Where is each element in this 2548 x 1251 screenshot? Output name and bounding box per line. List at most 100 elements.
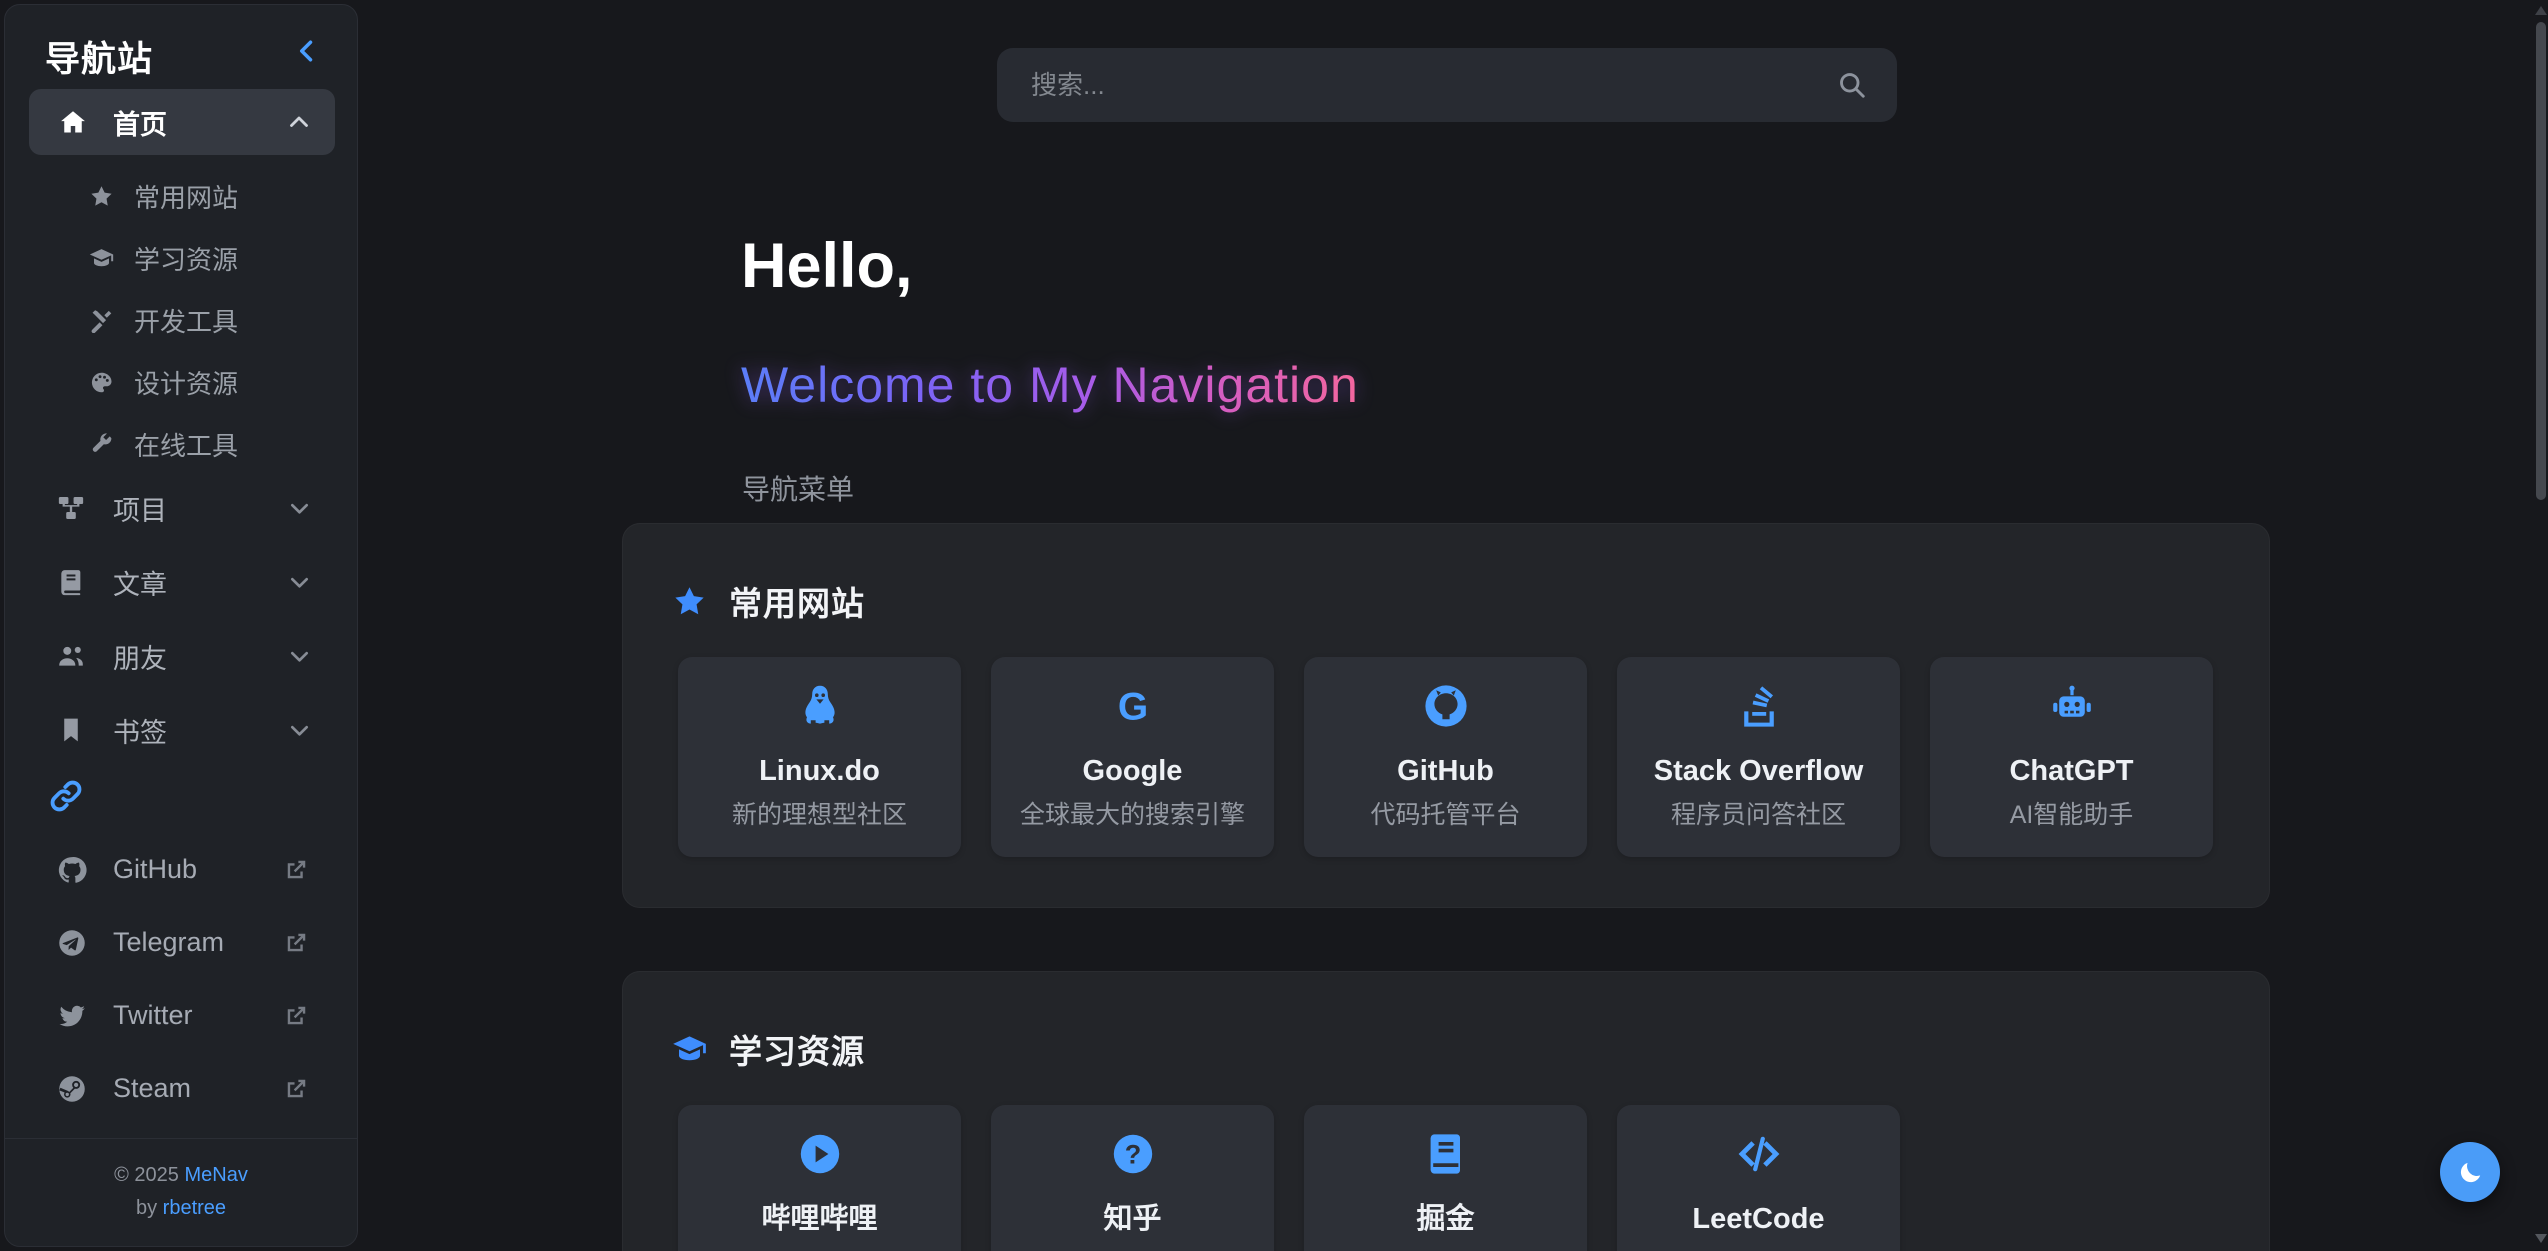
sidebar-item-label: 项目 bbox=[113, 489, 167, 528]
site-card-name: 掘金 bbox=[1416, 1204, 1474, 1234]
sidebar-item-label: 设计资源 bbox=[134, 364, 238, 401]
footer-copyright-line: © 2025 MeNav bbox=[5, 1159, 357, 1192]
site-card-bilibili[interactable]: 哔哩哔哩 bbox=[678, 1105, 961, 1251]
sidebar-item-favorites[interactable]: 常用网站 bbox=[5, 165, 357, 227]
code-icon bbox=[1735, 1130, 1783, 1178]
site-card-desc: 程序员问答社区 bbox=[1671, 802, 1846, 828]
theme-toggle-button[interactable] bbox=[2440, 1142, 2500, 1202]
sidebar-sub-list: 常用网站学习资源开发工具设计资源在线工具 bbox=[5, 165, 357, 475]
star-icon bbox=[672, 584, 707, 619]
graduation-cap-icon bbox=[672, 1032, 707, 1067]
site-card-github[interactable]: GitHub代码托管平台 bbox=[1304, 657, 1587, 857]
sidebar-item-label: 在线工具 bbox=[134, 426, 238, 463]
twitter-icon bbox=[57, 1001, 87, 1031]
palette-icon bbox=[89, 370, 114, 395]
site-title: 导航站 bbox=[45, 31, 153, 82]
sidebar-item-label: 朋友 bbox=[113, 637, 167, 676]
by-text: by bbox=[136, 1197, 157, 1219]
copyright-text: © 2025 bbox=[114, 1164, 179, 1186]
book-icon bbox=[57, 568, 85, 596]
hero-greeting: Hello, bbox=[741, 230, 913, 302]
sidebar-item-dev-tools[interactable]: 开发工具 bbox=[5, 289, 357, 351]
external-link-icon bbox=[284, 857, 309, 882]
chevron-down-icon bbox=[288, 719, 311, 742]
search-input[interactable] bbox=[1031, 70, 1837, 101]
project-diagram-icon bbox=[57, 494, 85, 522]
site-card-name: 哔哩哔哩 bbox=[761, 1204, 877, 1234]
question-circle-icon: ? bbox=[1109, 1130, 1157, 1178]
search-bar bbox=[997, 48, 1897, 122]
sidebar-item-label: 文章 bbox=[113, 563, 167, 602]
star-icon bbox=[89, 184, 114, 209]
site-card-stack-overflow[interactable]: Stack Overflow程序员问答社区 bbox=[1617, 657, 1900, 857]
sidebar-link-label: Twitter bbox=[113, 1000, 193, 1031]
sidebar-footer: © 2025 MeNav by rbetree bbox=[5, 1138, 357, 1225]
sidebar-item-design[interactable]: 设计资源 bbox=[5, 351, 357, 413]
sidebar-collapse-button[interactable] bbox=[293, 37, 321, 65]
chevron-up-icon bbox=[287, 110, 311, 134]
site-card-desc: 全球最大的搜索引擎 bbox=[1020, 802, 1245, 828]
site-card-row: 哔哩哔哩? 知乎 掘金 LeetCode bbox=[678, 1105, 1900, 1251]
external-link-icon bbox=[284, 930, 309, 955]
sidebar-item-label: 书签 bbox=[113, 711, 167, 750]
section-learning: 学习资源 哔哩哔哩? 知乎 掘金 LeetCode bbox=[622, 971, 2270, 1251]
site-card-name: 知乎 bbox=[1103, 1204, 1161, 1234]
sidebar-item-home[interactable]: 首页 bbox=[29, 89, 335, 155]
sidebar-item-label: 首页 bbox=[113, 103, 167, 142]
scrollbar-down-arrow[interactable] bbox=[2535, 1234, 2547, 1243]
section-favorites: 常用网站 Linux.do新的理想型社区GGoogle全球最大的搜索引擎GitH… bbox=[622, 523, 2270, 908]
page: 导航站 首页 常用网站学习资源开发工具设计资源在线工具 项目文章朋友书签 Git… bbox=[0, 0, 2548, 1251]
sidebar-link-steam[interactable]: Steam bbox=[5, 1052, 357, 1125]
steam-icon bbox=[57, 1074, 87, 1104]
sidebar-item-label: 学习资源 bbox=[134, 240, 238, 277]
site-card-name: Google bbox=[1083, 756, 1183, 786]
stack-overflow-icon bbox=[1735, 682, 1783, 730]
site-card-name: GitHub bbox=[1397, 756, 1494, 786]
sidebar-item-articles[interactable]: 文章 bbox=[5, 545, 357, 619]
svg-text:?: ? bbox=[1124, 1139, 1141, 1169]
github-circle-icon bbox=[1422, 682, 1470, 730]
sidebar-link-label: GitHub bbox=[113, 854, 197, 885]
site-card-leetcode[interactable]: LeetCode bbox=[1617, 1105, 1900, 1251]
link-icon[interactable] bbox=[49, 779, 83, 813]
sidebar-link-github[interactable]: GitHub bbox=[5, 833, 357, 906]
linux-icon bbox=[796, 682, 844, 730]
graduation-cap-icon bbox=[89, 246, 114, 271]
house-icon bbox=[59, 108, 87, 136]
site-card-juejin[interactable]: 掘金 bbox=[1304, 1105, 1587, 1251]
bookmark-icon bbox=[57, 716, 85, 744]
svg-text:G: G bbox=[1117, 686, 1147, 729]
sidebar-item-projects[interactable]: 项目 bbox=[5, 471, 357, 545]
brand-link[interactable]: MeNav bbox=[185, 1164, 248, 1186]
sidebar-link-twitter[interactable]: Twitter bbox=[5, 979, 357, 1052]
journal-icon bbox=[1422, 1130, 1470, 1178]
site-card-chatgpt[interactable]: ChatGPTAI智能助手 bbox=[1930, 657, 2213, 857]
moon-icon bbox=[2457, 1159, 2484, 1186]
scrollbar-up-arrow[interactable] bbox=[2535, 6, 2547, 15]
site-card-desc: 新的理想型社区 bbox=[732, 802, 907, 828]
telegram-icon bbox=[57, 928, 87, 958]
screwdriver-wrench-icon bbox=[89, 308, 114, 333]
site-card-google[interactable]: G Google 全球最大的搜索引擎 bbox=[991, 657, 1274, 857]
github-icon bbox=[57, 855, 87, 885]
site-card-zhihu[interactable]: ? 知乎 bbox=[991, 1105, 1274, 1251]
scrollbar-thumb[interactable] bbox=[2536, 22, 2546, 500]
external-link-icon bbox=[284, 1003, 309, 1028]
author-link[interactable]: rbetree bbox=[163, 1197, 226, 1219]
google-icon: G bbox=[1109, 682, 1157, 730]
play-circle-icon bbox=[796, 1130, 844, 1178]
sidebar-menu-list: 项目文章朋友书签 bbox=[5, 471, 357, 767]
sidebar-item-friends[interactable]: 朋友 bbox=[5, 619, 357, 693]
sidebar-link-telegram[interactable]: Telegram bbox=[5, 906, 357, 979]
footer-author-line: by rbetree bbox=[5, 1192, 357, 1225]
search-icon[interactable] bbox=[1837, 70, 1867, 100]
sidebar-item-bookmarks[interactable]: 书签 bbox=[5, 693, 357, 767]
sidebar-link-label: Telegram bbox=[113, 927, 224, 958]
site-card-linux-do[interactable]: Linux.do 新的理想型社区 bbox=[678, 657, 961, 857]
sidebar-item-learning[interactable]: 学习资源 bbox=[5, 227, 357, 289]
site-card-name: Linux.do bbox=[759, 756, 880, 786]
sidebar-item-online-tools[interactable]: 在线工具 bbox=[5, 413, 357, 475]
chevron-down-icon bbox=[288, 497, 311, 520]
wrench-icon bbox=[89, 432, 114, 457]
section-title: 学习资源 bbox=[729, 1025, 865, 1073]
